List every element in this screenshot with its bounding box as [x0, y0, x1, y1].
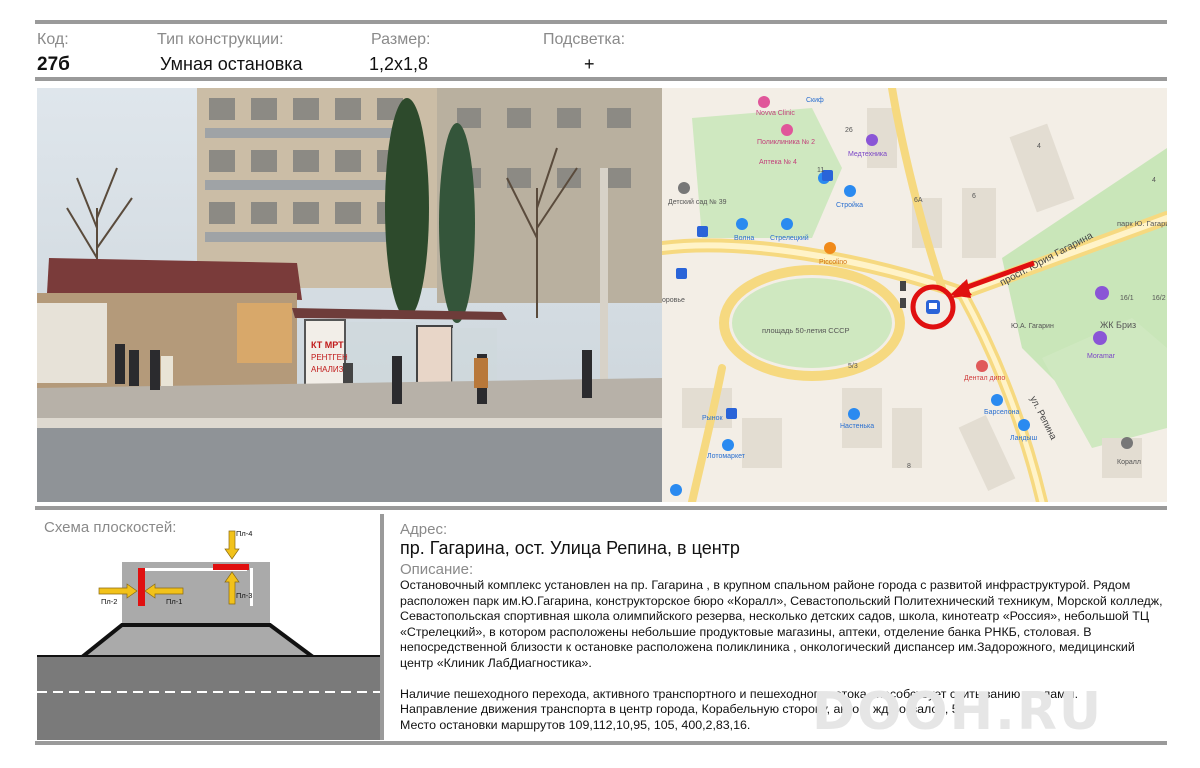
- map-label-n4b: 4: [1152, 177, 1156, 184]
- map-label-n8: 8: [907, 463, 911, 470]
- map-label-detsad: Детский сад № 39: [668, 198, 727, 206]
- description-paragraph-1: Остановочный комплекс установлен на пр. …: [400, 578, 1163, 670]
- light-label: Подсветка:: [543, 31, 626, 48]
- shelter-sign-line2: РЕНТГЕН: [311, 353, 348, 362]
- map-label-stroyka: Стройка: [836, 201, 863, 209]
- map-label-park: парк Ю. Гагарина: [1117, 219, 1167, 228]
- map-label-ploshad: площадь 50-летия СССР: [762, 326, 850, 335]
- map-label-skif: Скиф: [806, 97, 824, 104]
- map-label-zhk: ЖК Бриз: [1100, 320, 1136, 330]
- plane-4-label: Пл-4: [236, 529, 252, 538]
- description-label: Описание:: [400, 561, 474, 578]
- map-label-n161: 16/1: [1120, 295, 1134, 302]
- plane-2-label: Пл-2: [101, 597, 117, 606]
- map-label-n53: 5/3: [848, 363, 858, 370]
- map-label-landysh: Ландыш: [1010, 435, 1037, 442]
- map-label-rynok: Рынок: [702, 415, 723, 422]
- size-label: Размер:: [371, 31, 431, 48]
- map-label-medtehnika: Медтехника: [848, 151, 887, 158]
- map-label-barselona: Барселона: [984, 409, 1019, 416]
- column-divider: [380, 514, 384, 740]
- planes-schema: Схема плоскостей: Пл-2 Пл-1 Пл-4 Пл-3: [37, 514, 380, 740]
- map-label-picollino: Piccolino: [819, 259, 847, 266]
- header-rule: [35, 77, 1167, 81]
- map-label-n11: 11: [817, 167, 824, 174]
- map-label-n6a: 6А: [914, 197, 923, 204]
- map-label-zdorovye: оровье: [662, 297, 685, 304]
- light-value: +: [584, 54, 595, 74]
- map-label-poliklinika: Поликлиника № 2: [757, 139, 815, 146]
- middle-rule: [35, 506, 1167, 510]
- map-label-streletsky: Стрелецкий: [770, 234, 809, 242]
- top-rule: [35, 20, 1167, 24]
- address-value: пр. Гагарина, ост. Улица Репина, в центр: [400, 538, 740, 558]
- planes-diagram: Пл-2 Пл-1 Пл-4 Пл-3: [37, 529, 380, 740]
- map-label-n26: 26: [845, 127, 853, 134]
- address-label: Адрес:: [400, 521, 448, 538]
- map-canvas: Novva Clinic Скиф Поликлиника № 2 Аптека…: [662, 88, 1167, 502]
- plane-1-label: Пл-1: [166, 597, 182, 606]
- map-label-yua: Ю.А. Гагарин: [1011, 323, 1054, 330]
- size-value: 1,2x1,8: [369, 54, 429, 74]
- shelter-sign-line1: КТ МРТ: [311, 340, 344, 350]
- type-value: Умная остановка: [160, 54, 303, 74]
- map-label-lotomarket: Лотомаркет: [707, 453, 746, 460]
- code-label: Код:: [37, 31, 69, 48]
- plane-4-panel: [213, 564, 249, 570]
- plane-3-label: Пл-3: [236, 591, 252, 600]
- map-label-n162: 16/2: [1152, 295, 1166, 302]
- location-map: Novva Clinic Скиф Поликлиника № 2 Аптека…: [662, 88, 1167, 502]
- map-label-n6: 6: [972, 193, 976, 200]
- type-label: Тип конструкции:: [157, 31, 284, 48]
- map-label-korall: Коралл: [1117, 459, 1141, 466]
- map-label-apteka: Аптека № 4: [759, 159, 797, 166]
- bottom-rule: [35, 741, 1167, 745]
- code-value: 27б: [37, 54, 70, 75]
- map-label-novva: Novva Clinic: [756, 110, 795, 117]
- map-label-volna: Волна: [734, 235, 754, 242]
- map-label-dental: Дентал дипо: [964, 375, 1005, 382]
- watermark-logo: DOOH.RU: [812, 682, 1104, 742]
- map-label-n4: 4: [1037, 143, 1041, 150]
- map-label-nastenka: Настенька: [840, 423, 874, 430]
- site-photo: КТ МРТ РЕНТГЕН АНАЛИЗЫ: [37, 88, 662, 502]
- bus-stop-photo: КТ МРТ РЕНТГЕН АНАЛИЗЫ: [37, 88, 662, 502]
- map-label-moramar: Moramar: [1087, 353, 1116, 360]
- plane-1-panel: [138, 568, 145, 606]
